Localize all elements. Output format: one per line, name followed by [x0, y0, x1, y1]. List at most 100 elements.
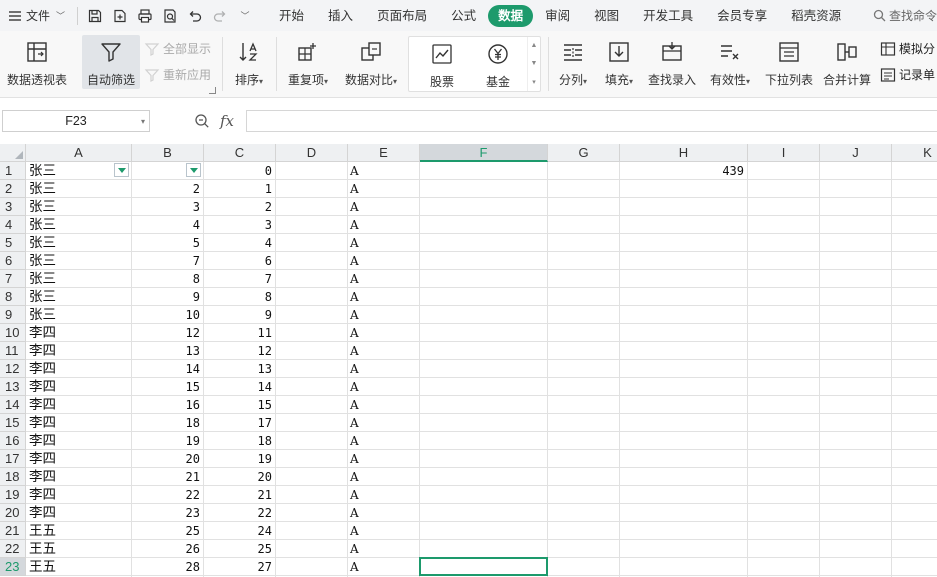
cell-e-value[interactable]: A [348, 234, 419, 252]
data-validation-button[interactable]: 有效性▾ [704, 37, 756, 88]
cell-b-value[interactable]: 22 [132, 486, 203, 504]
what-if-analysis-button[interactable]: 模拟分 [880, 40, 935, 57]
cell-b-value[interactable]: 28 [132, 558, 203, 576]
row-header[interactable]: 9 [0, 306, 26, 324]
row-header[interactable]: 7 [0, 270, 26, 288]
cell-a-name[interactable]: 李四 [26, 504, 131, 522]
lookup-entry-button[interactable]: 查找录入 [644, 37, 700, 88]
cell-c-value[interactable]: 0 [204, 162, 275, 180]
data-compare-button[interactable]: 数据对比▾ [340, 37, 402, 88]
cell-a-name[interactable]: 王五 [26, 540, 131, 558]
cell-b-value[interactable]: 8 [132, 270, 203, 288]
cell-e-value[interactable]: A [348, 306, 419, 324]
cell-c-value[interactable]: 3 [204, 216, 275, 234]
tab-review[interactable]: 审阅 [533, 5, 582, 27]
cell-c-value[interactable]: 8 [204, 288, 275, 306]
column-header-d[interactable]: D [276, 144, 348, 162]
cell-c-value[interactable]: 14 [204, 378, 275, 396]
tab-insert[interactable]: 插入 [316, 5, 365, 27]
cell-a-name[interactable]: 李四 [26, 468, 131, 486]
undo-button[interactable] [184, 5, 206, 27]
cell-b-value[interactable]: 26 [132, 540, 203, 558]
record-form-button[interactable]: 记录单 [880, 66, 935, 83]
row-header[interactable]: 5 [0, 234, 26, 252]
cell-b-value[interactable]: 5 [132, 234, 203, 252]
column-header-i[interactable]: I [748, 144, 820, 162]
cell-a-name[interactable]: 王五 [26, 522, 131, 540]
file-menu[interactable]: 文件 ﹀ [0, 0, 71, 31]
cell-c-value[interactable]: 9 [204, 306, 275, 324]
insert-function-button[interactable]: fx [220, 112, 234, 130]
cell-c-value[interactable]: 19 [204, 450, 275, 468]
row-header[interactable]: 15 [0, 414, 26, 432]
select-all-button[interactable] [0, 144, 26, 162]
cell-b-value[interactable]: 23 [132, 504, 203, 522]
cell-c-value[interactable]: 27 [204, 558, 275, 576]
sort-button[interactable]: 排序▾ [228, 37, 270, 88]
row-header[interactable]: 18 [0, 468, 26, 486]
cell-b-value[interactable]: 10 [132, 306, 203, 324]
cell-a-name[interactable]: 王五 [26, 558, 131, 576]
cell-b-value[interactable]: 20 [132, 450, 203, 468]
text-to-columns-button[interactable]: 分列▾ [553, 37, 593, 88]
cell-e-value[interactable]: A [348, 378, 419, 396]
cell-e-value[interactable]: A [348, 414, 419, 432]
cell-e-value[interactable]: A [348, 468, 419, 486]
cell-c-value[interactable]: 15 [204, 396, 275, 414]
cell-c-value[interactable]: 11 [204, 324, 275, 342]
cell-b-value[interactable]: 21 [132, 468, 203, 486]
cell-a-name[interactable]: 张三 [26, 270, 131, 288]
column-header-j[interactable]: J [820, 144, 892, 162]
export-pdf-button[interactable] [109, 5, 131, 27]
cell-e-value[interactable]: A [348, 540, 419, 558]
row-header[interactable]: 12 [0, 360, 26, 378]
cell-e-value[interactable]: A [348, 360, 419, 378]
cell-a-name[interactable]: 李四 [26, 450, 131, 468]
cell-c-value[interactable]: 18 [204, 432, 275, 450]
cell-a-name[interactable]: 张三 [26, 288, 131, 306]
cell-b-value[interactable]: 4 [132, 216, 203, 234]
row-header[interactable]: 2 [0, 180, 26, 198]
row-header[interactable]: 4 [0, 216, 26, 234]
cell-b-value[interactable]: 18 [132, 414, 203, 432]
cell-e-value[interactable]: A [348, 486, 419, 504]
row-header[interactable]: 10 [0, 324, 26, 342]
more-icon[interactable]: ▾ [532, 78, 536, 86]
cell-c-value[interactable]: 2 [204, 198, 275, 216]
cell-e-value[interactable]: A [348, 180, 419, 198]
cell-a-name[interactable]: 李四 [26, 342, 131, 360]
autofilter-button[interactable]: 自动筛选 [82, 35, 140, 89]
show-all-button[interactable]: 全部显示 [144, 40, 211, 57]
tab-formulas[interactable]: 公式 [439, 5, 488, 27]
cell-a-name[interactable]: 李四 [26, 360, 131, 378]
command-search[interactable]: 查找命令 [866, 0, 937, 31]
cell-b-value[interactable]: 7 [132, 252, 203, 270]
cell-e-value[interactable]: A [348, 450, 419, 468]
fund-button[interactable]: 基金 [473, 39, 523, 90]
cell-e-value[interactable]: A [348, 504, 419, 522]
filter-dropdown-b[interactable] [186, 163, 201, 177]
cell-a-name[interactable]: 李四 [26, 396, 131, 414]
cell-c-value[interactable]: 21 [204, 486, 275, 504]
active-cell-outline[interactable] [419, 557, 548, 576]
column-header-k[interactable]: K [892, 144, 937, 162]
column-header-g[interactable]: G [548, 144, 620, 162]
cell-c-value[interactable]: 4 [204, 234, 275, 252]
name-box[interactable]: F23 ▾ [2, 110, 150, 132]
cell-c-value[interactable]: 12 [204, 342, 275, 360]
cell-e-value[interactable]: A [348, 324, 419, 342]
formula-input[interactable] [246, 110, 937, 132]
cell-c-value[interactable]: 7 [204, 270, 275, 288]
quick-access-menu-button[interactable]: ﹀ [234, 5, 256, 27]
cell-b-value[interactable]: 3 [132, 198, 203, 216]
cell-a-name[interactable]: 张三 [26, 198, 131, 216]
tab-developer[interactable]: 开发工具 [631, 5, 705, 27]
cell-b-value[interactable]: 13 [132, 342, 203, 360]
cell-b-value[interactable]: 2 [132, 180, 203, 198]
cell-c-value[interactable]: 20 [204, 468, 275, 486]
cell-e-value[interactable]: A [348, 162, 419, 180]
pivot-table-button[interactable]: 数据透视表 [4, 37, 70, 88]
cell-e-value[interactable]: A [348, 396, 419, 414]
row-header[interactable]: 22 [0, 540, 26, 558]
row-header[interactable]: 20 [0, 504, 26, 522]
